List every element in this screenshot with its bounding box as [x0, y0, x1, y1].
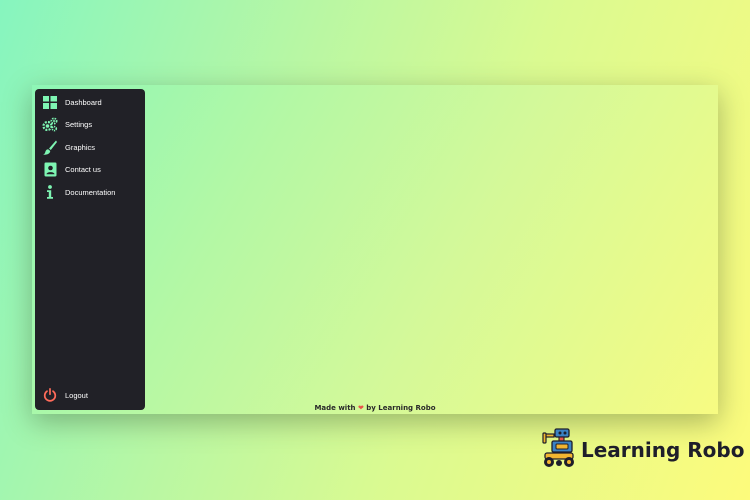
footer-suffix: by Learning Robo: [366, 404, 436, 412]
robot-logo: [540, 427, 578, 473]
brand-watermark: Learning Robo: [540, 427, 745, 473]
heart-icon: ❤: [357, 404, 364, 412]
logout-label: Logout: [65, 390, 88, 400]
sidebar-item-label: Dashboard: [65, 97, 102, 107]
sidebar-item-label: Graphics: [65, 142, 96, 152]
dashboard-icon: [42, 94, 58, 110]
logout-button[interactable]: Logout: [35, 385, 145, 405]
app-window: Dashboard Settings Graphics Contact us D…: [32, 85, 718, 414]
sidebar-item-dashboard[interactable]: Dashboard: [35, 92, 145, 112]
sidebar: Dashboard Settings Graphics Contact us D…: [35, 89, 145, 410]
sidebar-item-documentation[interactable]: Documentation: [35, 182, 145, 202]
power-icon: [42, 387, 58, 403]
info-icon: [42, 184, 58, 200]
brand-name: Learning Robo: [581, 438, 745, 462]
sidebar-item-contact-us[interactable]: Contact us: [35, 160, 145, 180]
gears-icon: [42, 117, 58, 133]
sidebar-item-graphics[interactable]: Graphics: [35, 137, 145, 157]
sidebar-item-label: Documentation: [65, 187, 116, 197]
brush-icon: [42, 139, 58, 155]
footer-prefix: Made with: [314, 404, 356, 412]
contact-icon: [42, 162, 58, 178]
sidebar-item-label: Settings: [65, 120, 93, 129]
footer-credit: Made with ❤ by Learning Robo: [32, 404, 718, 412]
sidebar-item-settings[interactable]: Settings: [35, 115, 145, 135]
sidebar-item-label: Contact us: [65, 165, 101, 174]
